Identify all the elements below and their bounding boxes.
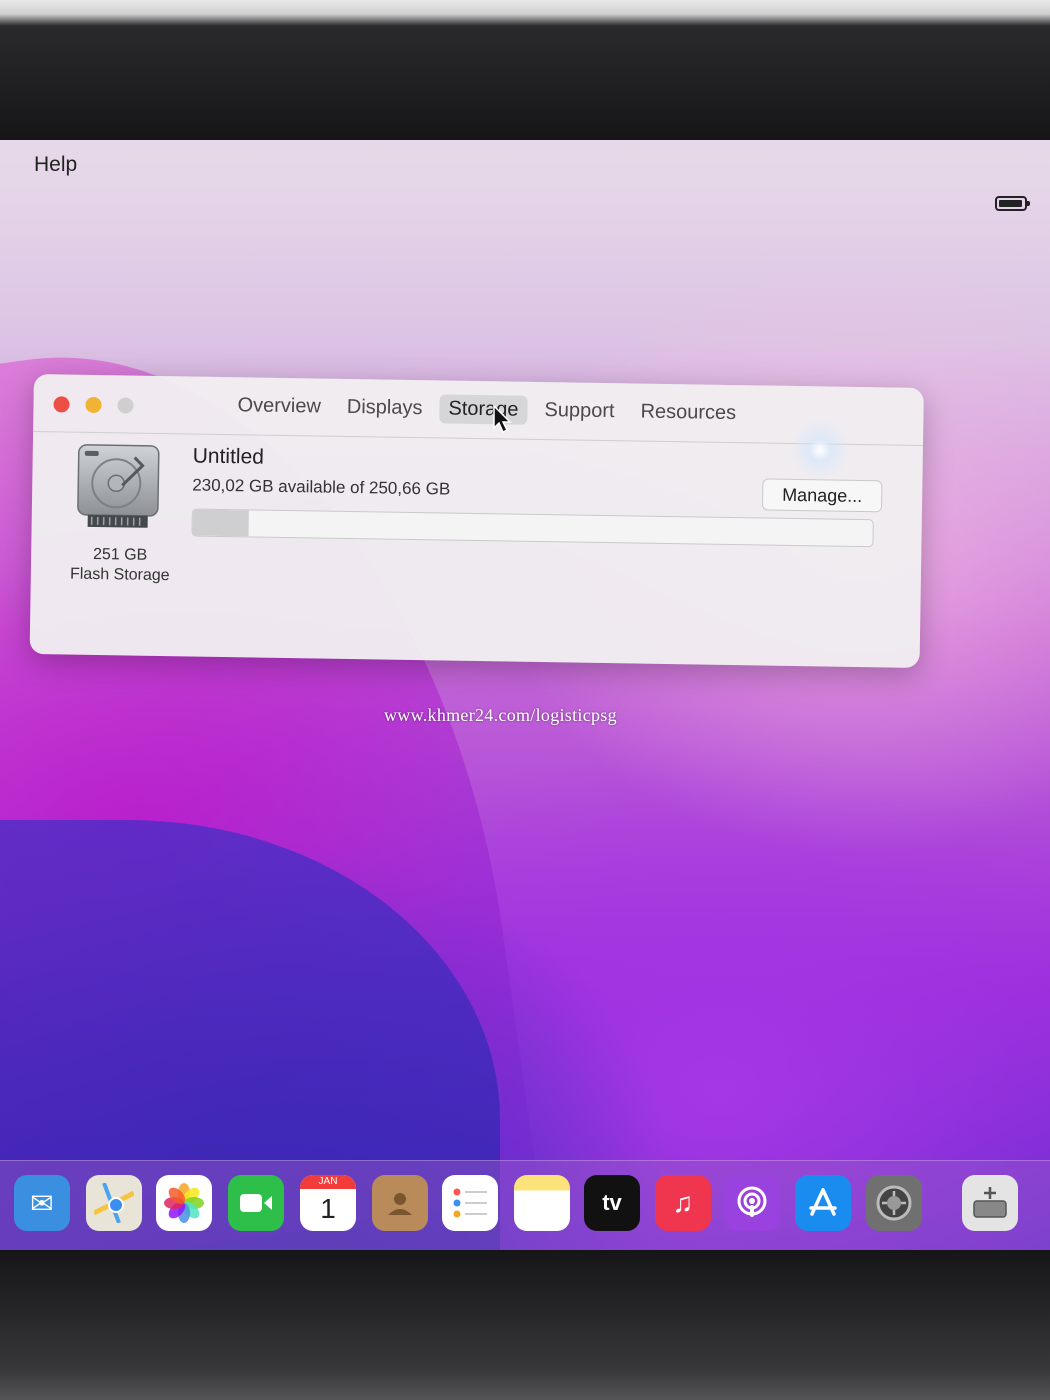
mouse-cursor-icon (493, 404, 512, 434)
tab-bar: Overview Displays Storage Support Resour… (228, 391, 745, 428)
notes-icon[interactable] (514, 1175, 570, 1231)
menu-bar: Help (0, 140, 1050, 188)
tab-support[interactable]: Support (535, 396, 624, 426)
tab-displays[interactable]: Displays (338, 393, 432, 423)
photos-icon[interactable] (156, 1175, 212, 1231)
podcasts-icon[interactable] (724, 1175, 780, 1231)
screen-glare (790, 420, 850, 480)
manage-button[interactable]: Manage... (761, 478, 883, 513)
minimize-button[interactable] (85, 396, 102, 414)
screen: Help Overview Displays Storage Support R… (0, 140, 1050, 1250)
disk-utility-icon[interactable] (962, 1175, 1018, 1231)
volume-availability: 230,02 GB available of 250,66 GB (192, 475, 451, 499)
tv-icon[interactable]: tv (584, 1175, 640, 1231)
tv-label: tv (602, 1190, 622, 1215)
tab-storage[interactable]: Storage (439, 394, 528, 425)
battery-icon[interactable] (995, 196, 1030, 211)
music-icon[interactable]: ♫ (655, 1175, 711, 1231)
reminders-icon[interactable] (442, 1175, 498, 1231)
disk-summary: 251 GB Flash Storage (51, 544, 190, 586)
storage-usage-fill (192, 509, 249, 537)
laptop-bezel-top (0, 0, 1050, 150)
calendar-icon[interactable]: JAN 1 (300, 1175, 356, 1231)
contacts-icon[interactable] (372, 1175, 428, 1231)
watermark: www.khmer24.com/logisticpsg (384, 705, 617, 725)
maps-icon[interactable] (86, 1175, 142, 1231)
zoom-button[interactable] (117, 397, 134, 414)
about-this-mac-window: Overview Displays Storage Support Resour… (29, 374, 924, 668)
calendar-day: 1 (320, 1193, 336, 1224)
tab-overview[interactable]: Overview (228, 391, 330, 422)
menu-help[interactable]: Help (34, 153, 77, 177)
tab-resources[interactable]: Resources (631, 397, 745, 428)
facetime-icon[interactable] (228, 1175, 284, 1231)
disk-type: Flash Storage (69, 565, 170, 585)
mail-icon[interactable]: ✉ (14, 1175, 70, 1231)
close-button[interactable] (53, 396, 70, 413)
storage-usage-bar[interactable] (191, 508, 874, 548)
laptop-bezel-bottom (0, 1250, 1050, 1400)
dock: ✉ JAN 1 tv ♫ (0, 1160, 1050, 1250)
app-store-icon[interactable] (795, 1175, 851, 1231)
disk-capacity: 251 GB (92, 545, 148, 564)
calendar-month: JAN (300, 1175, 356, 1189)
system-preferences-icon[interactable] (866, 1175, 922, 1231)
hard-drive-icon (77, 444, 160, 528)
volume-name: Untitled (192, 444, 265, 469)
